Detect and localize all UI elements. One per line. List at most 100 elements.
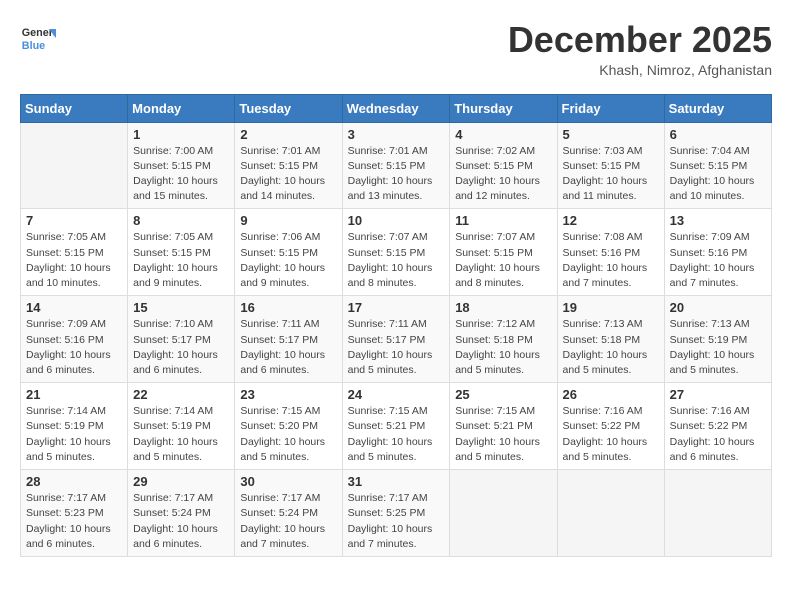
calendar-cell: 25Sunrise: 7:15 AM Sunset: 5:21 PM Dayli… <box>450 383 557 470</box>
calendar-cell: 5 Sunrise: 7:03 AM Sunset: 5:15 PM Daylig… <box>557 122 664 209</box>
day-info: Sunrise: 7:15 AM Sunset: 5:20 PM Dayligh… <box>240 404 336 465</box>
calendar-cell <box>557 470 664 557</box>
logo-icon: General Blue <box>20 20 56 56</box>
calendar-cell: 14 Sunrise: 7:09 AM Sunset: 5:16 PM Dayli… <box>21 296 128 383</box>
day-number: 9 <box>240 213 336 228</box>
calendar-cell <box>664 470 771 557</box>
day-number: 8 <box>133 213 229 228</box>
day-number: 17 <box>348 300 445 315</box>
day-number: 16 <box>240 300 336 315</box>
calendar-cell: 23 Sunrise: 7:15 AM Sunset: 5:20 PM Dayli… <box>235 383 342 470</box>
calendar-cell: 11 Sunrise: 7:07 AM Sunset: 5:15 PM Dayli… <box>450 209 557 296</box>
calendar-cell <box>450 470 557 557</box>
calendar-cell: 10 Sunrise: 7:07 AM Sunset: 5:15 PM Dayli… <box>342 209 450 296</box>
title-area: December 2025 Khash, Nimroz, Afghanistan <box>508 20 772 78</box>
col-saturday: Saturday <box>664 94 771 122</box>
day-info: Sunrise: 7:08 AM Sunset: 5:16 PM Dayligh… <box>563 230 659 291</box>
location-subtitle: Khash, Nimroz, Afghanistan <box>508 62 772 78</box>
calendar-cell: 20Sunrise: 7:13 AM Sunset: 5:19 PM Dayli… <box>664 296 771 383</box>
day-info: Sunrise: 7:11 AM Sunset: 5:17 PM Dayligh… <box>348 317 445 378</box>
col-tuesday: Tuesday <box>235 94 342 122</box>
calendar-week-row: 14 Sunrise: 7:09 AM Sunset: 5:16 PM Dayli… <box>21 296 772 383</box>
calendar-cell: 8Sunrise: 7:05 AM Sunset: 5:15 PM Daylig… <box>128 209 235 296</box>
day-number: 3 <box>348 127 445 142</box>
month-year-title: December 2025 <box>508 20 772 60</box>
calendar-cell: 4 Sunrise: 7:02 AM Sunset: 5:15 PM Daylig… <box>450 122 557 209</box>
day-info: Sunrise: 7:02 AM Sunset: 5:15 PM Dayligh… <box>455 144 551 205</box>
day-info: Sunrise: 7:17 AM Sunset: 5:24 PM Dayligh… <box>240 491 336 552</box>
page-header: General Blue December 2025 Khash, Nimroz… <box>20 20 772 78</box>
svg-text:Blue: Blue <box>22 40 45 52</box>
day-number: 10 <box>348 213 445 228</box>
calendar-cell: 1 Sunrise: 7:00 AM Sunset: 5:15 PM Daylig… <box>128 122 235 209</box>
col-friday: Friday <box>557 94 664 122</box>
day-info: Sunrise: 7:04 AM Sunset: 5:15 PM Dayligh… <box>670 144 766 205</box>
calendar-cell: 22Sunrise: 7:14 AM Sunset: 5:19 PM Dayli… <box>128 383 235 470</box>
day-number: 19 <box>563 300 659 315</box>
day-number: 5 <box>563 127 659 142</box>
col-thursday: Thursday <box>450 94 557 122</box>
day-info: Sunrise: 7:01 AM Sunset: 5:15 PM Dayligh… <box>240 144 336 205</box>
calendar-cell: 27Sunrise: 7:16 AM Sunset: 5:22 PM Dayli… <box>664 383 771 470</box>
calendar-cell: 31 Sunrise: 7:17 AM Sunset: 5:25 PM Dayli… <box>342 470 450 557</box>
day-info: Sunrise: 7:10 AM Sunset: 5:17 PM Dayligh… <box>133 317 229 378</box>
day-number: 23 <box>240 387 336 402</box>
day-info: Sunrise: 7:01 AM Sunset: 5:15 PM Dayligh… <box>348 144 445 205</box>
day-number: 26 <box>563 387 659 402</box>
day-info: Sunrise: 7:13 AM Sunset: 5:18 PM Dayligh… <box>563 317 659 378</box>
calendar-cell: 19 Sunrise: 7:13 AM Sunset: 5:18 PM Dayli… <box>557 296 664 383</box>
day-number: 20 <box>670 300 766 315</box>
calendar-cell: 26 Sunrise: 7:16 AM Sunset: 5:22 PM Dayli… <box>557 383 664 470</box>
day-info: Sunrise: 7:16 AM Sunset: 5:22 PM Dayligh… <box>563 404 659 465</box>
day-number: 4 <box>455 127 551 142</box>
day-number: 7 <box>26 213 122 228</box>
calendar-table: Sunday Monday Tuesday Wednesday Thursday… <box>20 94 772 557</box>
day-number: 12 <box>563 213 659 228</box>
day-info: Sunrise: 7:17 AM Sunset: 5:23 PM Dayligh… <box>26 491 122 552</box>
day-number: 22 <box>133 387 229 402</box>
day-info: Sunrise: 7:17 AM Sunset: 5:25 PM Dayligh… <box>348 491 445 552</box>
col-sunday: Sunday <box>21 94 128 122</box>
day-info: Sunrise: 7:09 AM Sunset: 5:16 PM Dayligh… <box>26 317 122 378</box>
svg-text:General: General <box>22 27 56 39</box>
day-number: 1 <box>133 127 229 142</box>
calendar-cell: 7Sunrise: 7:05 AM Sunset: 5:15 PM Daylig… <box>21 209 128 296</box>
day-info: Sunrise: 7:00 AM Sunset: 5:15 PM Dayligh… <box>133 144 229 205</box>
day-number: 31 <box>348 474 445 489</box>
calendar-cell: 21Sunrise: 7:14 AM Sunset: 5:19 PM Dayli… <box>21 383 128 470</box>
day-info: Sunrise: 7:09 AM Sunset: 5:16 PM Dayligh… <box>670 230 766 291</box>
day-info: Sunrise: 7:07 AM Sunset: 5:15 PM Dayligh… <box>455 230 551 291</box>
day-number: 11 <box>455 213 551 228</box>
calendar-cell: 16 Sunrise: 7:11 AM Sunset: 5:17 PM Dayli… <box>235 296 342 383</box>
calendar-week-row: 7Sunrise: 7:05 AM Sunset: 5:15 PM Daylig… <box>21 209 772 296</box>
calendar-cell: 17 Sunrise: 7:11 AM Sunset: 5:17 PM Dayli… <box>342 296 450 383</box>
day-number: 14 <box>26 300 122 315</box>
calendar-cell: 29Sunrise: 7:17 AM Sunset: 5:24 PM Dayli… <box>128 470 235 557</box>
col-monday: Monday <box>128 94 235 122</box>
calendar-cell: 28Sunrise: 7:17 AM Sunset: 5:23 PM Dayli… <box>21 470 128 557</box>
day-number: 6 <box>670 127 766 142</box>
day-number: 21 <box>26 387 122 402</box>
calendar-week-row: 21Sunrise: 7:14 AM Sunset: 5:19 PM Dayli… <box>21 383 772 470</box>
day-number: 24 <box>348 387 445 402</box>
calendar-cell: 30Sunrise: 7:17 AM Sunset: 5:24 PM Dayli… <box>235 470 342 557</box>
calendar-cell: 12 Sunrise: 7:08 AM Sunset: 5:16 PM Dayli… <box>557 209 664 296</box>
day-info: Sunrise: 7:11 AM Sunset: 5:17 PM Dayligh… <box>240 317 336 378</box>
day-info: Sunrise: 7:16 AM Sunset: 5:22 PM Dayligh… <box>670 404 766 465</box>
day-info: Sunrise: 7:07 AM Sunset: 5:15 PM Dayligh… <box>348 230 445 291</box>
day-number: 18 <box>455 300 551 315</box>
day-info: Sunrise: 7:06 AM Sunset: 5:15 PM Dayligh… <box>240 230 336 291</box>
calendar-week-row: 1 Sunrise: 7:00 AM Sunset: 5:15 PM Daylig… <box>21 122 772 209</box>
day-number: 15 <box>133 300 229 315</box>
calendar-cell: 15 Sunrise: 7:10 AM Sunset: 5:17 PM Dayli… <box>128 296 235 383</box>
day-number: 13 <box>670 213 766 228</box>
day-number: 25 <box>455 387 551 402</box>
day-number: 29 <box>133 474 229 489</box>
day-info: Sunrise: 7:12 AM Sunset: 5:18 PM Dayligh… <box>455 317 551 378</box>
calendar-cell: 6 Sunrise: 7:04 AM Sunset: 5:15 PM Daylig… <box>664 122 771 209</box>
day-number: 2 <box>240 127 336 142</box>
calendar-cell: 24Sunrise: 7:15 AM Sunset: 5:21 PM Dayli… <box>342 383 450 470</box>
calendar-cell: 13 Sunrise: 7:09 AM Sunset: 5:16 PM Dayli… <box>664 209 771 296</box>
day-info: Sunrise: 7:03 AM Sunset: 5:15 PM Dayligh… <box>563 144 659 205</box>
calendar-cell: 18 Sunrise: 7:12 AM Sunset: 5:18 PM Dayli… <box>450 296 557 383</box>
